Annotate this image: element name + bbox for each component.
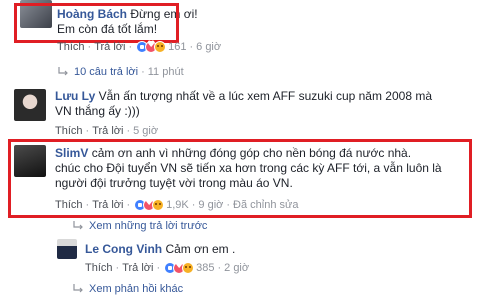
view-earlier-label[interactable]: Xem những trả lời trước xyxy=(89,220,207,232)
avatar[interactable] xyxy=(14,145,46,177)
comment-luu-ly: Lưu Ly Vẫn ấn tượng nhất về a lúc xem AF… xyxy=(55,89,475,119)
view-replies-link[interactable]: 10 câu trả lời · 11 phút xyxy=(57,66,184,78)
reaction-icons[interactable] xyxy=(164,261,195,274)
view-replies-label[interactable]: 10 câu trả lời xyxy=(74,66,138,78)
reply-button[interactable]: Trả lời xyxy=(92,125,123,137)
highlight-box xyxy=(14,3,179,43)
comment-time[interactable]: 9 giờ xyxy=(198,199,223,211)
reply-button[interactable]: Trả lời xyxy=(122,262,153,274)
view-earlier-replies-link[interactable]: Xem những trả lời trước xyxy=(72,220,207,232)
like-button[interactable]: Thích xyxy=(55,125,83,137)
edited-label[interactable]: Đã chỉnh sửa xyxy=(233,199,298,211)
comment-meta: Thích· Trả lời· 161· 6 giờ xyxy=(57,40,221,53)
reaction-count[interactable]: 1,9K xyxy=(166,199,189,211)
avatar[interactable] xyxy=(14,89,46,121)
comment-text-line: VN thắng ấy :))) xyxy=(55,104,140,118)
comment-text-line: người đội trưởng tuyệt vời trong màu áo … xyxy=(55,176,293,190)
comment-text: Cảm ơn em . xyxy=(165,242,236,256)
reaction-count[interactable]: 161 xyxy=(168,41,186,53)
comment-text: Vẫn ấn tượng nhất về a lúc xem AFF suzuk… xyxy=(98,89,433,103)
comment-author[interactable]: Lưu Ly xyxy=(55,89,95,103)
comment-text-line: chúc cho Đội tuyển VN sẽ tiến xa hơn tro… xyxy=(55,161,442,175)
avatar[interactable] xyxy=(57,239,77,259)
reply-arrow-icon xyxy=(72,283,84,295)
comment-meta: Thích · Trả lời · 5 giờ xyxy=(55,125,159,137)
comment-meta: Thích· Trả lời· 1,9K· 9 giờ· Đã chỉnh sử… xyxy=(55,198,299,211)
reaction-icons[interactable] xyxy=(136,40,167,53)
comment-author[interactable]: Le Cong Vinh xyxy=(85,242,162,256)
comment-time[interactable]: 2 giờ xyxy=(224,262,249,274)
view-replies-time: 11 phút xyxy=(147,66,184,78)
reply-button[interactable]: Trả lời xyxy=(94,41,125,53)
sad-reaction-icon xyxy=(182,262,195,274)
comment-text: cảm ơn anh vì những đóng góp cho nền bón… xyxy=(91,146,412,160)
comment-meta: Thích· Trả lời· 385· 2 giờ xyxy=(85,261,249,274)
comment-author[interactable]: SlimV xyxy=(55,146,88,160)
comment-time[interactable]: 5 giờ xyxy=(133,125,158,137)
reply-arrow-icon xyxy=(72,220,84,232)
reaction-count[interactable]: 385 xyxy=(196,262,214,274)
reply-arrow-icon xyxy=(57,66,69,78)
sad-reaction-icon xyxy=(152,199,165,211)
sad-reaction-icon xyxy=(154,41,167,53)
like-button[interactable]: Thích xyxy=(55,199,83,211)
comment-le-cong-vinh: Le Cong Vinh Cảm ơn em . xyxy=(85,242,235,257)
like-button[interactable]: Thích xyxy=(85,262,113,274)
like-button[interactable]: Thích xyxy=(57,41,85,53)
comment-time[interactable]: 6 giờ xyxy=(196,41,221,53)
reaction-icons[interactable] xyxy=(134,198,165,211)
view-more-replies-link[interactable]: Xem phản hồi khác xyxy=(72,283,183,295)
comment-slimv: SlimV cảm ơn anh vì những đóng góp cho n… xyxy=(55,146,467,191)
reply-button[interactable]: Trả lời xyxy=(92,199,123,211)
view-more-label[interactable]: Xem phản hồi khác xyxy=(89,283,183,295)
